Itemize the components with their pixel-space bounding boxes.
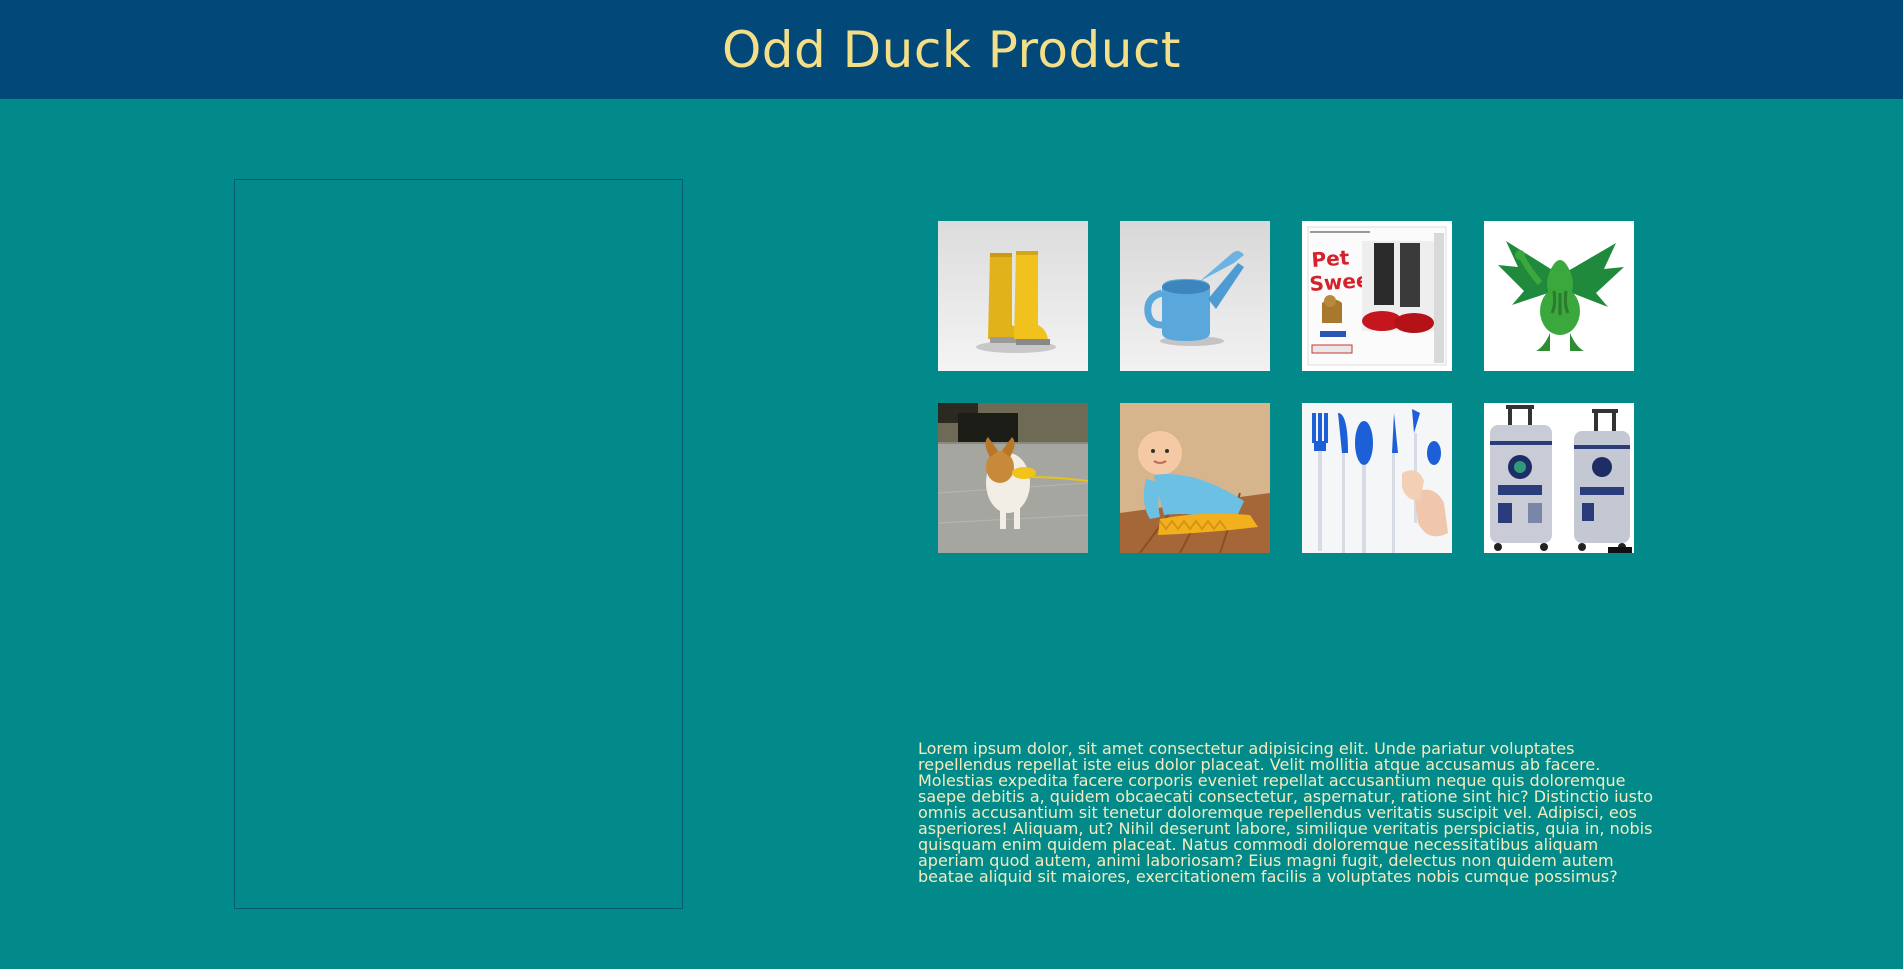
product-image-boots[interactable] xyxy=(938,221,1088,371)
results-panel xyxy=(234,179,683,909)
dog-duck-image xyxy=(938,403,1088,553)
product-image-r2d2-bag[interactable] xyxy=(1484,403,1634,553)
product-image-usb-utensils[interactable] xyxy=(1302,403,1452,553)
product-description: Lorem ipsum dolor, sit amet consectetur … xyxy=(918,739,1654,886)
water-can-image xyxy=(1120,221,1270,371)
pet-sweep-image: Pet Sweep xyxy=(1302,221,1452,371)
product-image-cthulhu[interactable] xyxy=(1484,221,1634,371)
r2d2-luggage-image xyxy=(1484,403,1634,553)
product-image-water-can[interactable] xyxy=(1120,221,1270,371)
page-title: Odd Duck Product xyxy=(721,20,1182,79)
cthulhu-image xyxy=(1484,221,1634,371)
baby-sweep-image xyxy=(1120,403,1270,553)
product-image-pet-sweep[interactable]: Pet Sweep xyxy=(1302,221,1452,371)
product-image-dog-duck[interactable] xyxy=(938,403,1088,553)
svg-text:Pet: Pet xyxy=(1311,245,1351,272)
page-header: Odd Duck Product xyxy=(0,0,1903,99)
utensils-image xyxy=(1302,403,1452,553)
product-image-sweep[interactable] xyxy=(1120,403,1270,553)
boots-image xyxy=(938,221,1088,371)
